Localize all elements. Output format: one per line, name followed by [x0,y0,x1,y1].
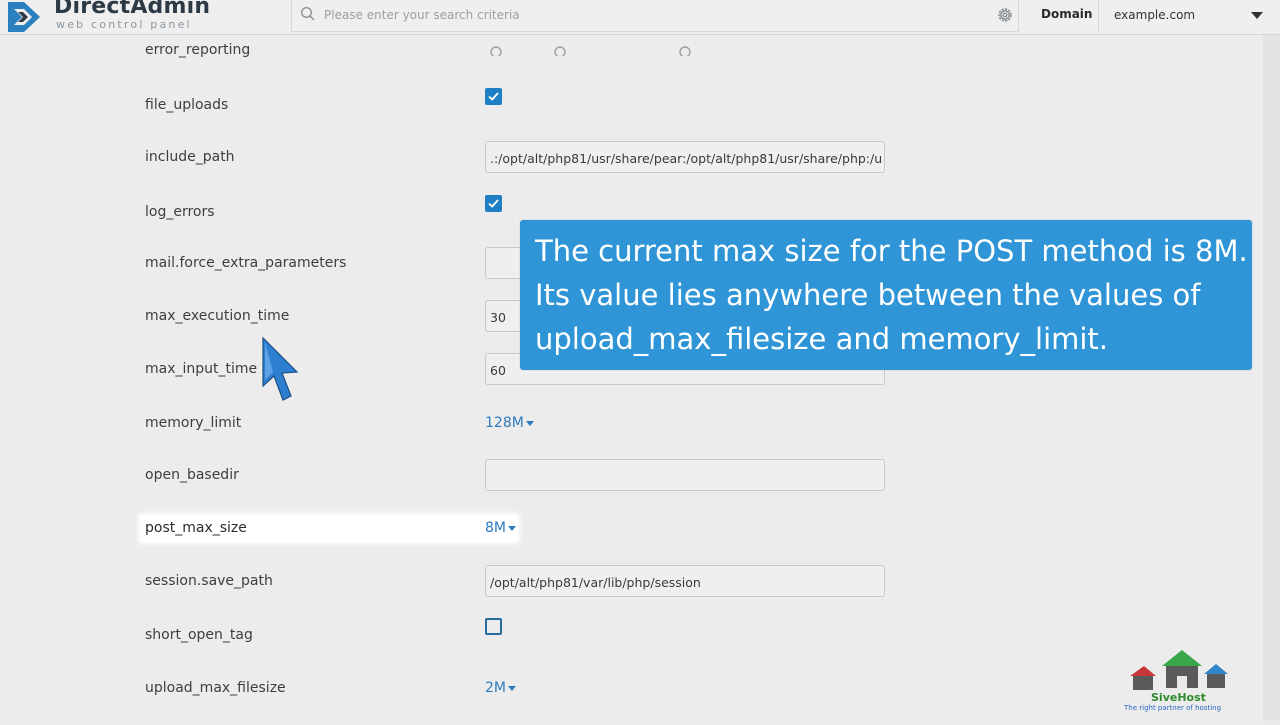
chevron-down-icon [508,685,516,691]
gear-icon[interactable] [996,6,1014,24]
watermark-name: SiveHost [1151,691,1206,704]
setting-row-memory-limit: memory_limit 128M [0,409,1000,439]
callout-line: upload_max_filesize and memory_limit. [535,322,1109,356]
watermark-tagline: The right partner of hosting [1124,704,1222,712]
directadmin-logo[interactable]: DirectAdmin web control panel [6,0,246,34]
search-input[interactable] [322,4,976,26]
logo-title: DirectAdmin [54,0,211,19]
session-save-path-field[interactable]: /opt/alt/php81/var/lib/php/session [485,565,885,597]
setting-row-session-save-path: session.save_path /opt/alt/php81/var/lib… [0,565,1000,597]
domain-select[interactable]: example.com [1098,0,1280,32]
chevron-down-icon [525,420,534,426]
setting-row: error_reporting [0,38,1000,68]
include-path-field[interactable]: .:/opt/alt/php81/usr/share/pear:/opt/alt… [485,141,885,173]
short-open-tag-checkbox[interactable] [485,618,502,635]
memory-limit-value: 128M [485,415,524,431]
post-max-size-dropdown[interactable]: 8M [485,520,516,536]
upload-max-filesize-dropdown[interactable]: 2M [485,680,516,696]
setting-row-include-path: include_path .:/opt/alt/php81/usr/share/… [0,141,1000,173]
scrollbar[interactable] [1263,35,1280,720]
setting-label: error_reporting [145,42,251,58]
log-errors-checkbox[interactable] [485,195,502,212]
chevron-down-icon [508,525,516,531]
check-icon [488,199,499,208]
open-basedir-field[interactable] [485,459,885,491]
setting-label: short_open_tag [145,627,253,643]
setting-row-post-max-size: post_max_size 8M [140,515,518,542]
radio-group[interactable] [490,46,710,56]
setting-label: log_errors [145,204,215,220]
setting-label: include_path [145,149,235,165]
domain-value: example.com [1114,8,1196,22]
logo-subtitle: web control panel [56,18,192,31]
top-bar: DirectAdmin web control panel Domain exa… [0,0,1280,35]
check-icon [488,92,499,101]
setting-label: file_uploads [145,97,229,113]
memory-limit-dropdown[interactable]: 128M [485,415,534,431]
setting-label: mail.force_extra_parameters [145,255,347,271]
setting-label: open_basedir [145,467,239,483]
chevron-down-icon [1251,12,1263,19]
setting-label: post_max_size [145,520,247,536]
setting-row-file-uploads: file_uploads [0,88,1000,121]
setting-row-open-basedir: open_basedir [0,459,1000,491]
setting-label: memory_limit [145,415,242,431]
setting-row-upload-max-filesize: upload_max_filesize 2M [0,674,1000,704]
mouse-cursor-icon [262,336,299,401]
setting-label: max_input_time [145,361,258,377]
callout-line: The current max size for the POST method… [535,234,1248,268]
post-max-size-value: 8M [485,520,506,536]
search-bar [291,0,1019,32]
setting-label: max_execution_time [145,308,290,324]
directadmin-logo-icon [8,2,40,32]
setting-label: session.save_path [145,573,273,589]
file-uploads-checkbox[interactable] [485,88,502,105]
setting-label: upload_max_filesize [145,680,286,696]
search-icon[interactable] [300,6,316,22]
callout-line: Its value lies anywhere between the valu… [535,278,1201,312]
setting-row-short-open-tag: short_open_tag [0,618,1000,651]
upload-max-filesize-value: 2M [485,680,506,696]
tutorial-callout: The current max size for the POST method… [520,220,1252,370]
domain-label: Domain [1041,7,1093,21]
